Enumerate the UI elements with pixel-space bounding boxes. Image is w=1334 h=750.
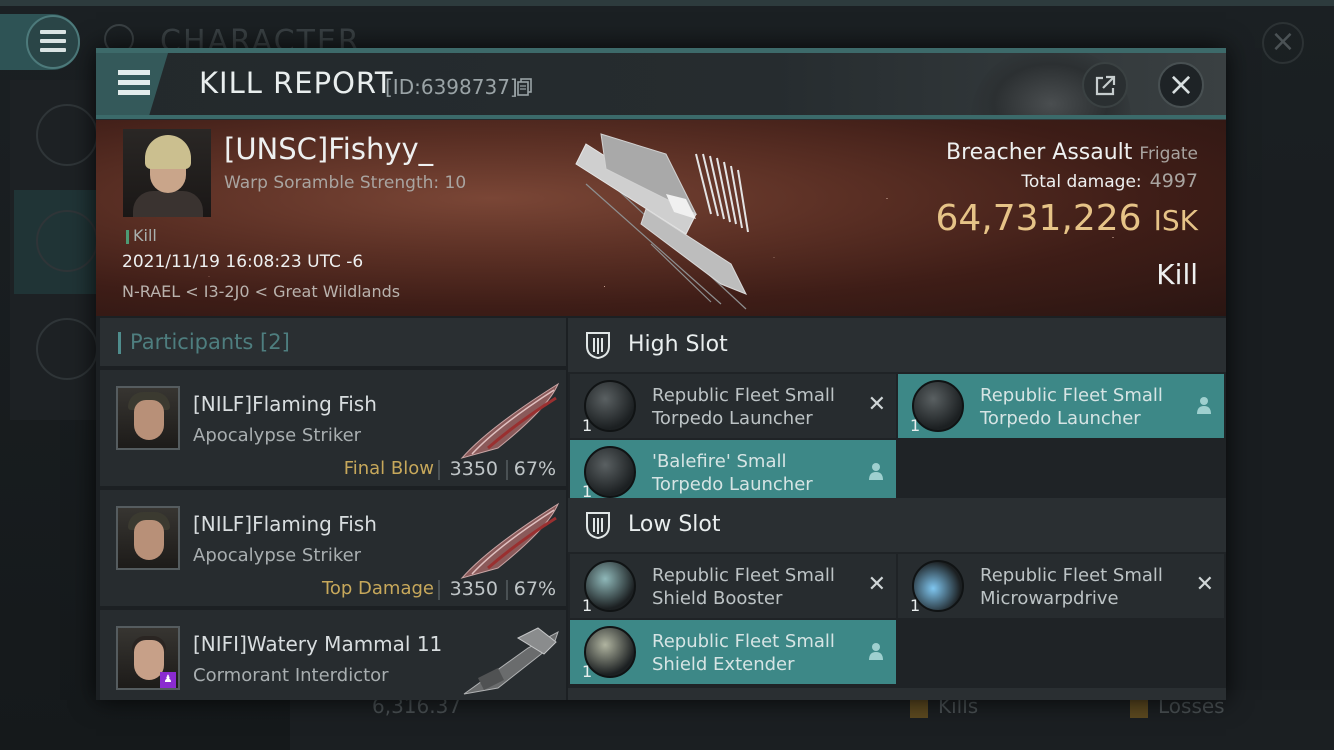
panel-menu-icon[interactable]: [118, 70, 150, 100]
module-quantity: 1: [910, 416, 921, 435]
module-item[interactable]: 1 Republic Fleet Small Torpedo Launcher: [898, 374, 1224, 438]
participant-damage-percent: 67%: [513, 578, 556, 600]
victim-ship-class: Frigate: [1139, 144, 1198, 164]
kill-report-panel: KILL REPORT [ID:6398737] × [UNSC]Fishyy_…: [96, 48, 1226, 700]
participant-portrait[interactable]: [116, 386, 180, 450]
victim-portrait[interactable]: [123, 129, 211, 217]
dropped-person-icon: [869, 643, 883, 660]
high-slot-title: High Slot: [628, 332, 728, 357]
high-slot-header: High Slot: [568, 318, 1226, 372]
module-name: Republic Fleet Small Torpedo Launcher: [980, 385, 1163, 429]
victim-banner: [UNSC]Fishyy_ Warp Soramble Strength: 10…: [96, 120, 1226, 316]
final-blow-tag: Final Blow: [343, 458, 434, 479]
participant-ship: Cormorant Interdictor: [193, 665, 389, 686]
participants-list: Participants [2] [NILF]Flaming Fish Apoc…: [100, 318, 566, 700]
participant-damage: 3350: [449, 578, 498, 600]
module-item[interactable]: 1 Republic Fleet Small Shield Extender: [570, 620, 896, 684]
participant-damage-percent: 67%: [513, 458, 556, 480]
destroyed-icon: ✕: [867, 392, 886, 417]
participants-header: Participants [2]: [100, 318, 566, 366]
corp-badge-icon: ♟: [160, 672, 176, 688]
destroyed-icon: ✕: [1195, 572, 1214, 597]
fitting-panel: High Slot 1 Republic Fleet Small Torpedo…: [568, 318, 1226, 700]
panel-header: KILL REPORT [ID:6398737] ×: [96, 48, 1226, 120]
participant-row[interactable]: [NILF]Flaming Fish Apocalypse Striker Fi…: [100, 370, 566, 486]
participant-row[interactable]: ♟ [NIFI]Watery Mammal 11 Cormorant Inter…: [100, 610, 566, 700]
main-menu-button[interactable]: [0, 14, 80, 70]
module-name: Republic Fleet Small Microwarpdrive: [980, 565, 1163, 609]
share-icon: [1095, 75, 1116, 96]
participants-title: Participants [2]: [130, 330, 290, 354]
module-item[interactable]: 1 Republic Fleet Small Microwarpdrive ✕: [898, 554, 1224, 618]
participant-portrait[interactable]: [116, 506, 180, 570]
victim-ship-name[interactable]: Breacher Assault Frigate: [946, 140, 1198, 165]
hamburger-icon: [40, 30, 66, 57]
victim-ship-image[interactable]: [546, 124, 786, 314]
victim-name[interactable]: [UNSC]Fishyy_: [224, 132, 433, 166]
participant-ship-image[interactable]: [458, 498, 564, 582]
module-name: 'Balefire' Small Torpedo Launcher: [652, 451, 813, 495]
sidebar-star-icon[interactable]: [36, 318, 98, 380]
module-item[interactable]: 1 Republic Fleet Small Shield Booster ✕: [570, 554, 896, 618]
module-item[interactable]: 1 'Balefire' Small Torpedo Launcher: [570, 440, 896, 504]
participant-name[interactable]: [NILF]Flaming Fish: [193, 392, 377, 416]
low-slot-title: Low Slot: [628, 512, 721, 537]
victim-warp-scramble: Warp Soramble Strength: 10: [224, 173, 467, 193]
close-icon: ×: [1167, 65, 1195, 103]
header-bottom-line: [96, 115, 1226, 119]
share-button[interactable]: [1082, 62, 1128, 108]
participant-ship: Apocalypse Striker: [193, 425, 362, 446]
background-close-button[interactable]: ×: [1262, 22, 1304, 64]
participant-name[interactable]: [NILF]Flaming Fish: [193, 512, 377, 536]
kill-report-id: [ID:6398737]: [385, 75, 518, 99]
low-slot-icon: [586, 512, 610, 540]
mid-slot-header-partial: [568, 688, 1226, 700]
high-slot-icon: [586, 332, 610, 360]
destroyed-icon: ✕: [867, 572, 886, 597]
low-slot-header: Low Slot: [568, 498, 1226, 552]
participant-ship-image[interactable]: [458, 378, 564, 462]
module-quantity: 1: [910, 596, 921, 615]
copy-icon[interactable]: [517, 78, 533, 96]
participant-ship-image[interactable]: [458, 618, 564, 700]
participant-row[interactable]: [NILF]Flaming Fish Apocalypse Striker To…: [100, 490, 566, 606]
dropped-person-icon: [869, 463, 883, 480]
isk-value: 64,731,226 ISK: [935, 198, 1198, 239]
module-quantity: 1: [582, 416, 593, 435]
kill-tag: Kill: [126, 226, 157, 245]
module-quantity: 1: [582, 662, 593, 681]
participant-name[interactable]: [NIFI]Watery Mammal 11: [193, 632, 442, 656]
module-name: Republic Fleet Small Shield Booster: [652, 565, 835, 609]
module-quantity: 1: [582, 596, 593, 615]
participant-portrait[interactable]: ♟: [116, 626, 180, 690]
participant-damage: 3350: [449, 458, 498, 480]
sidebar-menu-icon[interactable]: [36, 104, 98, 166]
kill-result: Kill: [1156, 258, 1198, 291]
background-right-list: [1226, 180, 1334, 700]
top-damage-tag: Top Damage: [321, 578, 434, 599]
total-damage: Total damage: 4997: [1021, 170, 1198, 192]
background-top-bar: [0, 0, 1334, 6]
module-item[interactable]: 1 Republic Fleet Small Torpedo Launcher …: [570, 374, 896, 438]
participant-ship: Apocalypse Striker: [193, 545, 362, 566]
header-top-line: [96, 48, 1226, 53]
panel-title: KILL REPORT: [199, 66, 394, 100]
module-name: Republic Fleet Small Torpedo Launcher: [652, 385, 835, 429]
dropped-person-icon: [1197, 397, 1211, 414]
close-button[interactable]: ×: [1158, 62, 1204, 108]
sidebar-combat-icon[interactable]: [36, 210, 98, 272]
module-name: Republic Fleet Small Shield Extender: [652, 631, 835, 675]
kill-timestamp: 2021/11/19 16:08:23 UTC -6: [122, 252, 364, 272]
kill-location[interactable]: N-RAEL < I3-2J0 < Great Wildlands: [122, 282, 400, 301]
